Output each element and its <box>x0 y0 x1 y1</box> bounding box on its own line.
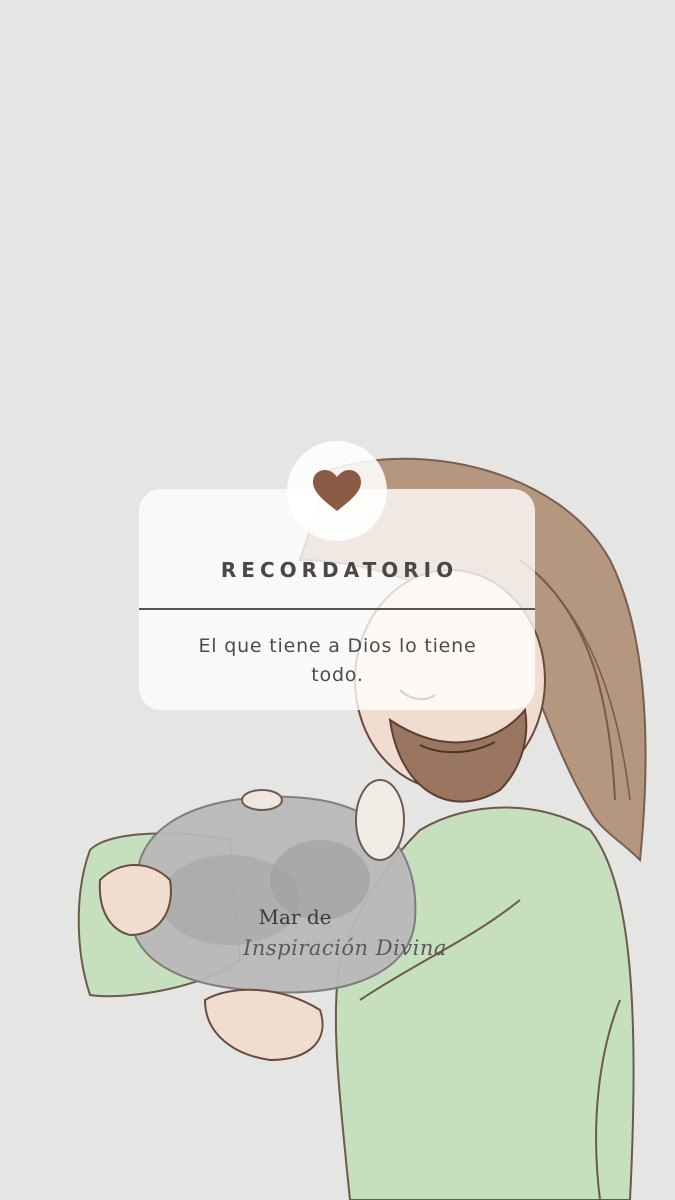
card-title: RECORDATORIO <box>220 558 459 582</box>
hand-right-shape <box>203 988 324 1062</box>
heart-icon <box>313 470 361 511</box>
card-message: El que tiene a Dios lo tiene todo. <box>198 635 477 686</box>
heart-badge <box>287 441 387 541</box>
lamb-head-shape <box>355 779 405 861</box>
brand-title: Mar de <box>258 905 332 929</box>
brand-subtitle: Inspiración Divina <box>243 936 447 960</box>
card-divider <box>139 608 535 610</box>
